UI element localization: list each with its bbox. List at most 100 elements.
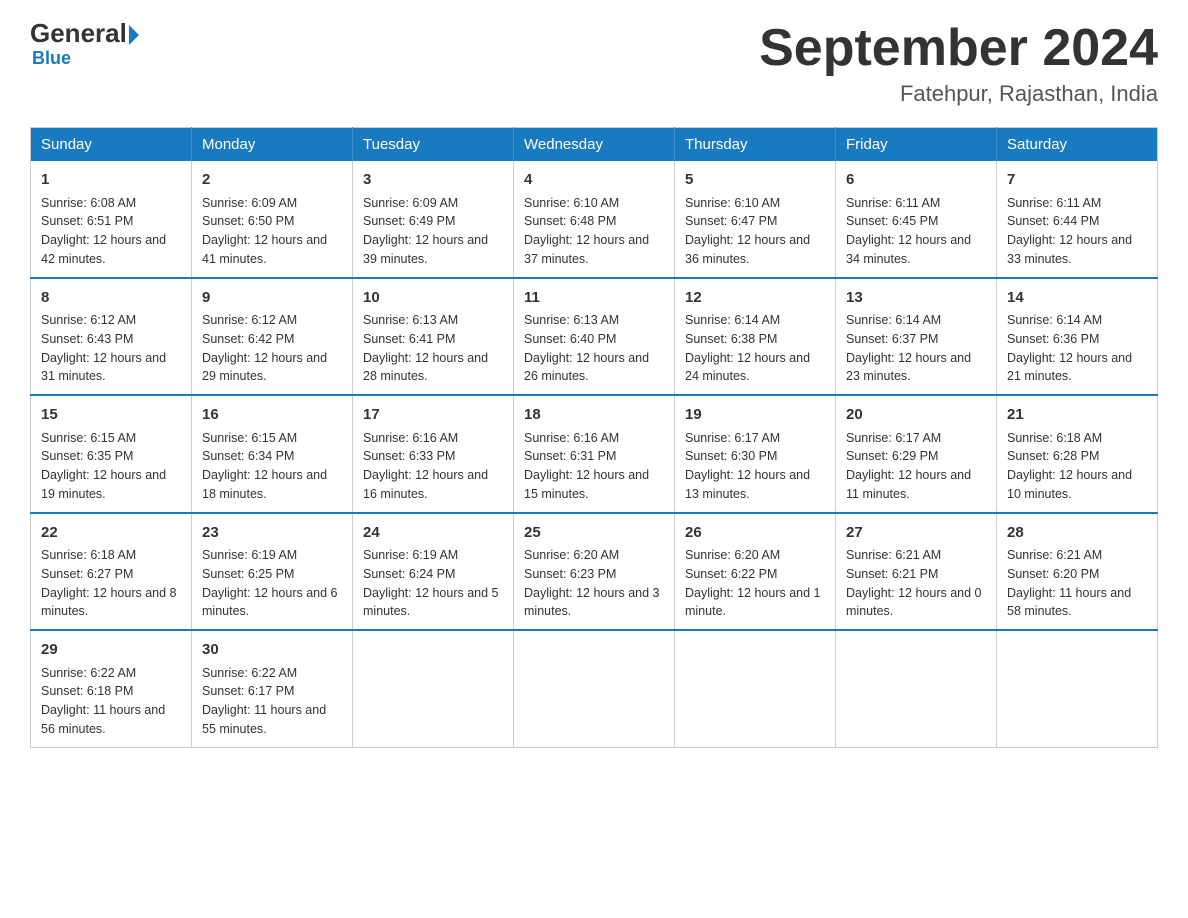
sunrise-text: Sunrise: 6:22 AM [41,666,136,680]
daylight-text: Daylight: 12 hours and 0 minutes. [846,586,982,619]
calendar-cell: 7Sunrise: 6:11 AMSunset: 6:44 PMDaylight… [997,161,1158,278]
sunrise-text: Sunrise: 6:12 AM [202,313,297,327]
day-number: 17 [363,404,503,427]
calendar-cell: 13Sunrise: 6:14 AMSunset: 6:37 PMDayligh… [836,278,997,396]
daylight-text: Daylight: 12 hours and 18 minutes. [202,468,327,501]
sunrise-text: Sunrise: 6:14 AM [685,313,780,327]
calendar-cell: 3Sunrise: 6:09 AMSunset: 6:49 PMDaylight… [353,161,514,278]
sunrise-text: Sunrise: 6:08 AM [41,196,136,210]
calendar-cell: 17Sunrise: 6:16 AMSunset: 6:33 PMDayligh… [353,395,514,513]
sunset-text: Sunset: 6:45 PM [846,214,938,228]
daylight-text: Daylight: 12 hours and 39 minutes. [363,233,488,266]
sunset-text: Sunset: 6:23 PM [524,567,616,581]
daylight-text: Daylight: 12 hours and 13 minutes. [685,468,810,501]
calendar-header-row: SundayMondayTuesdayWednesdayThursdayFrid… [31,128,1158,162]
sunset-text: Sunset: 6:34 PM [202,449,294,463]
calendar-cell: 16Sunrise: 6:15 AMSunset: 6:34 PMDayligh… [192,395,353,513]
sunrise-text: Sunrise: 6:20 AM [524,548,619,562]
logo-arrow-icon [129,25,139,45]
daylight-text: Daylight: 12 hours and 10 minutes. [1007,468,1132,501]
day-number: 14 [1007,287,1147,310]
sunset-text: Sunset: 6:51 PM [41,214,133,228]
daylight-text: Daylight: 12 hours and 41 minutes. [202,233,327,266]
sunset-text: Sunset: 6:42 PM [202,332,294,346]
calendar-cell [353,630,514,747]
day-number: 4 [524,169,664,192]
day-number: 5 [685,169,825,192]
page-header: General Blue September 2024 Fatehpur, Ra… [30,20,1158,107]
calendar-cell: 8Sunrise: 6:12 AMSunset: 6:43 PMDaylight… [31,278,192,396]
logo-blue-text: Blue [32,48,71,69]
sunrise-text: Sunrise: 6:12 AM [41,313,136,327]
sunset-text: Sunset: 6:18 PM [41,684,133,698]
daylight-text: Daylight: 12 hours and 29 minutes. [202,351,327,384]
daylight-text: Daylight: 11 hours and 56 minutes. [41,703,165,736]
day-number: 30 [202,639,342,662]
sunset-text: Sunset: 6:28 PM [1007,449,1099,463]
sunrise-text: Sunrise: 6:16 AM [363,431,458,445]
sunrise-text: Sunrise: 6:17 AM [846,431,941,445]
sunset-text: Sunset: 6:38 PM [685,332,777,346]
daylight-text: Daylight: 12 hours and 24 minutes. [685,351,810,384]
daylight-text: Daylight: 12 hours and 31 minutes. [41,351,166,384]
sunrise-text: Sunrise: 6:11 AM [846,196,940,210]
daylight-text: Daylight: 11 hours and 55 minutes. [202,703,326,736]
calendar-cell: 29Sunrise: 6:22 AMSunset: 6:18 PMDayligh… [31,630,192,747]
sunrise-text: Sunrise: 6:16 AM [524,431,619,445]
sunset-text: Sunset: 6:24 PM [363,567,455,581]
sunrise-text: Sunrise: 6:18 AM [1007,431,1102,445]
sunset-text: Sunset: 6:40 PM [524,332,616,346]
daylight-text: Daylight: 11 hours and 58 minutes. [1007,586,1131,619]
calendar-cell: 25Sunrise: 6:20 AMSunset: 6:23 PMDayligh… [514,513,675,631]
day-number: 3 [363,169,503,192]
day-number: 21 [1007,404,1147,427]
daylight-text: Daylight: 12 hours and 23 minutes. [846,351,971,384]
calendar-cell: 12Sunrise: 6:14 AMSunset: 6:38 PMDayligh… [675,278,836,396]
daylight-text: Daylight: 12 hours and 19 minutes. [41,468,166,501]
sunset-text: Sunset: 6:20 PM [1007,567,1099,581]
sunrise-text: Sunrise: 6:19 AM [202,548,297,562]
sunset-text: Sunset: 6:22 PM [685,567,777,581]
sunset-text: Sunset: 6:30 PM [685,449,777,463]
calendar-cell: 11Sunrise: 6:13 AMSunset: 6:40 PMDayligh… [514,278,675,396]
day-number: 20 [846,404,986,427]
calendar-cell: 23Sunrise: 6:19 AMSunset: 6:25 PMDayligh… [192,513,353,631]
daylight-text: Daylight: 12 hours and 11 minutes. [846,468,971,501]
calendar-cell: 1 Sunrise: 6:08 AM Sunset: 6:51 PM Daylight… [31,161,192,278]
calendar-cell [514,630,675,747]
daylight-text: Daylight: 12 hours and 16 minutes. [363,468,488,501]
sunrise-text: Sunrise: 6:13 AM [524,313,619,327]
daylight-text: Daylight: 12 hours and 37 minutes. [524,233,649,266]
sunset-text: Sunset: 6:44 PM [1007,214,1099,228]
day-number: 6 [846,169,986,192]
daylight-text: Daylight: 12 hours and 6 minutes. [202,586,338,619]
day-number: 9 [202,287,342,310]
sunset-text: Sunset: 6:27 PM [41,567,133,581]
calendar-cell: 10Sunrise: 6:13 AMSunset: 6:41 PMDayligh… [353,278,514,396]
sunrise-text: Sunrise: 6:19 AM [363,548,458,562]
sunset-text: Sunset: 6:36 PM [1007,332,1099,346]
day-number: 11 [524,287,664,310]
month-title: September 2024 [759,20,1158,77]
calendar-cell: 24Sunrise: 6:19 AMSunset: 6:24 PMDayligh… [353,513,514,631]
day-number: 18 [524,404,664,427]
sunset-text: Sunset: 6:48 PM [524,214,616,228]
calendar-table: SundayMondayTuesdayWednesdayThursdayFrid… [30,127,1158,748]
sunrise-text: Sunrise: 6:21 AM [846,548,941,562]
daylight-text: Daylight: 12 hours and 42 minutes. [41,233,166,266]
daylight-text: Daylight: 12 hours and 33 minutes. [1007,233,1132,266]
calendar-cell: 30Sunrise: 6:22 AMSunset: 6:17 PMDayligh… [192,630,353,747]
calendar-week-row: 29Sunrise: 6:22 AMSunset: 6:18 PMDayligh… [31,630,1158,747]
sunrise-text: Sunrise: 6:22 AM [202,666,297,680]
day-number: 1 [41,169,181,192]
sunset-text: Sunset: 6:21 PM [846,567,938,581]
logo: General [30,20,139,46]
sunset-text: Sunset: 6:37 PM [846,332,938,346]
calendar-cell: 14Sunrise: 6:14 AMSunset: 6:36 PMDayligh… [997,278,1158,396]
calendar-cell: 15Sunrise: 6:15 AMSunset: 6:35 PMDayligh… [31,395,192,513]
day-number: 24 [363,522,503,545]
sunrise-text: Sunrise: 6:18 AM [41,548,136,562]
sunset-text: Sunset: 6:31 PM [524,449,616,463]
sunrise-text: Sunrise: 6:21 AM [1007,548,1102,562]
day-number: 13 [846,287,986,310]
